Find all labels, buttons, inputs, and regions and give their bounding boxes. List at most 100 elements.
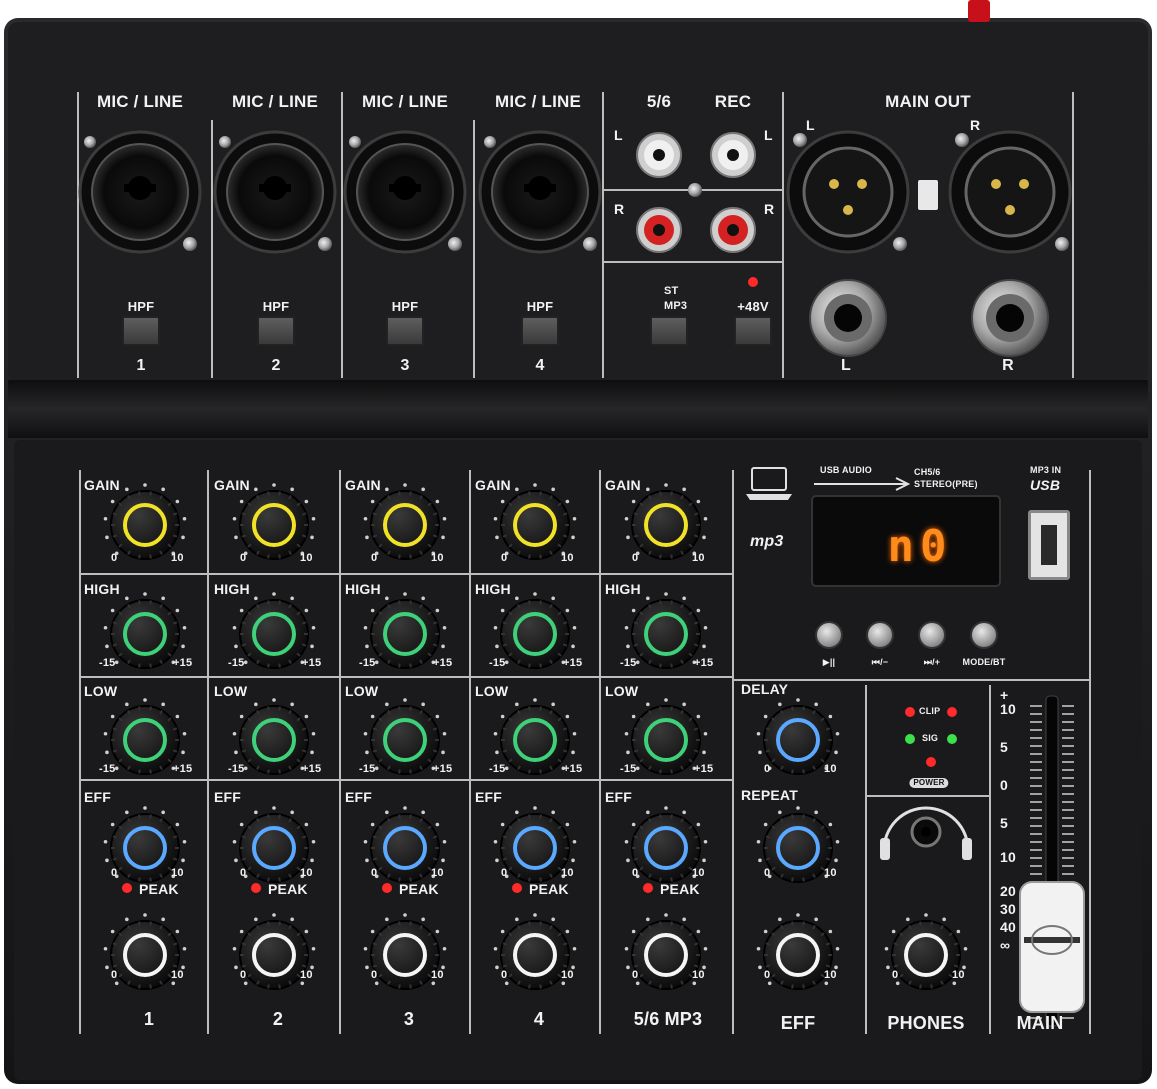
knob-grip: [112, 534, 118, 538]
combo-input-1[interactable]: [78, 130, 202, 254]
knob-grip: [670, 663, 673, 668]
rca-jack-4[interactable]: [710, 207, 756, 253]
tick-dot: [239, 499, 244, 504]
knob-grip: [398, 877, 401, 882]
play-pause-button[interactable]: [815, 621, 843, 649]
tick-dot: [756, 731, 761, 736]
knob-grip: [930, 921, 933, 926]
xlr-out-l[interactable]: [786, 130, 910, 254]
knob-grip: [791, 921, 794, 926]
tick-dot: [370, 714, 375, 719]
tick-dot: [924, 913, 928, 917]
tick-dot: [895, 981, 900, 986]
knob-grip: [301, 621, 307, 625]
combo-input-3[interactable]: [343, 130, 467, 254]
tick-dot: [110, 608, 115, 613]
tick-dot: [243, 981, 248, 986]
mode-bt-button[interactable]: [970, 621, 998, 649]
knob-body: [631, 599, 701, 669]
main-fader[interactable]: [1020, 882, 1084, 1012]
trs-out-r[interactable]: [971, 279, 1049, 357]
knob-grip: [241, 835, 247, 839]
prev-button[interactable]: [866, 621, 894, 649]
tick-dot: [561, 660, 566, 665]
knob-grip: [241, 621, 247, 625]
combo-input-2[interactable]: [213, 130, 337, 254]
tick-dot: [828, 714, 833, 719]
rca-pin: [653, 149, 665, 161]
tick-dot: [702, 750, 706, 755]
combo-input-4[interactable]: [478, 130, 602, 254]
tick-dot: [234, 750, 238, 755]
knob-grip: [528, 706, 531, 711]
trs-out-l[interactable]: [809, 279, 887, 357]
st-mp3-button[interactable]: [650, 316, 688, 346]
phantom-led: [748, 277, 758, 287]
hpf-3-button[interactable]: [386, 316, 424, 346]
tick-dot: [702, 535, 706, 540]
tick-dot: [374, 874, 379, 879]
tick-dot: [182, 839, 187, 844]
next-button[interactable]: [918, 621, 946, 649]
tick-dot: [403, 592, 407, 596]
knob-grip: [149, 554, 152, 559]
tick-dot: [441, 965, 445, 970]
peak-led-5: [643, 883, 653, 893]
xlr-out-r[interactable]: [948, 130, 1072, 254]
knob-grip: [278, 663, 281, 668]
tick-dot: [692, 874, 697, 879]
knob-grip: [278, 814, 281, 819]
tick-dot: [161, 917, 165, 922]
knob-grip: [659, 814, 662, 819]
knob-grip: [502, 621, 508, 625]
tick-dot: [290, 487, 294, 492]
tick-dot: [290, 917, 294, 922]
knob-grip: [398, 814, 401, 819]
knob-grip: [765, 964, 771, 968]
tick-dot: [504, 874, 509, 879]
tick-dot: [696, 822, 701, 827]
tick-dot: [110, 499, 115, 504]
knob-grip: [502, 964, 508, 968]
tick-dot: [304, 822, 309, 827]
knob-grip: [149, 769, 152, 774]
knob-grip: [693, 942, 699, 946]
tick-dot: [310, 750, 314, 755]
hpf-4-button[interactable]: [521, 316, 559, 346]
knob-grip: [172, 749, 178, 753]
knob-grip: [172, 727, 178, 731]
hpf-2-button[interactable]: [257, 316, 295, 346]
tick-dot: [311, 839, 316, 844]
rca-jack-2[interactable]: [710, 132, 756, 178]
tick-dot: [441, 535, 445, 540]
tick-dot: [125, 702, 129, 707]
knob-body: [500, 813, 570, 883]
tick-dot: [161, 702, 165, 707]
tick-dot: [363, 731, 368, 736]
rca-jack-1[interactable]: [636, 132, 682, 178]
screw: [793, 133, 807, 147]
knob-body: [500, 705, 570, 775]
knob-grip: [267, 769, 270, 774]
knob-grip: [693, 512, 699, 516]
tick-dot: [254, 487, 258, 492]
tick-dot: [834, 858, 838, 863]
tick-dot: [696, 608, 701, 613]
tick-dot: [824, 874, 829, 879]
screw: [219, 136, 231, 148]
knob-grip: [372, 512, 378, 516]
tick-dot: [703, 731, 708, 736]
tick-dot: [493, 625, 498, 630]
tick-dot: [906, 917, 910, 922]
knob-grip: [802, 877, 805, 882]
knob-grip: [633, 621, 639, 625]
tick-dot: [956, 929, 961, 934]
rca-jack-3[interactable]: [636, 207, 682, 253]
phantom-power-button[interactable]: [734, 316, 772, 346]
knob-grip: [138, 814, 141, 819]
tick-dot: [626, 535, 630, 540]
knob-grip: [409, 491, 412, 496]
knob-grip: [765, 835, 771, 839]
hpf-1-button[interactable]: [122, 316, 160, 346]
tick-dot: [664, 483, 668, 487]
